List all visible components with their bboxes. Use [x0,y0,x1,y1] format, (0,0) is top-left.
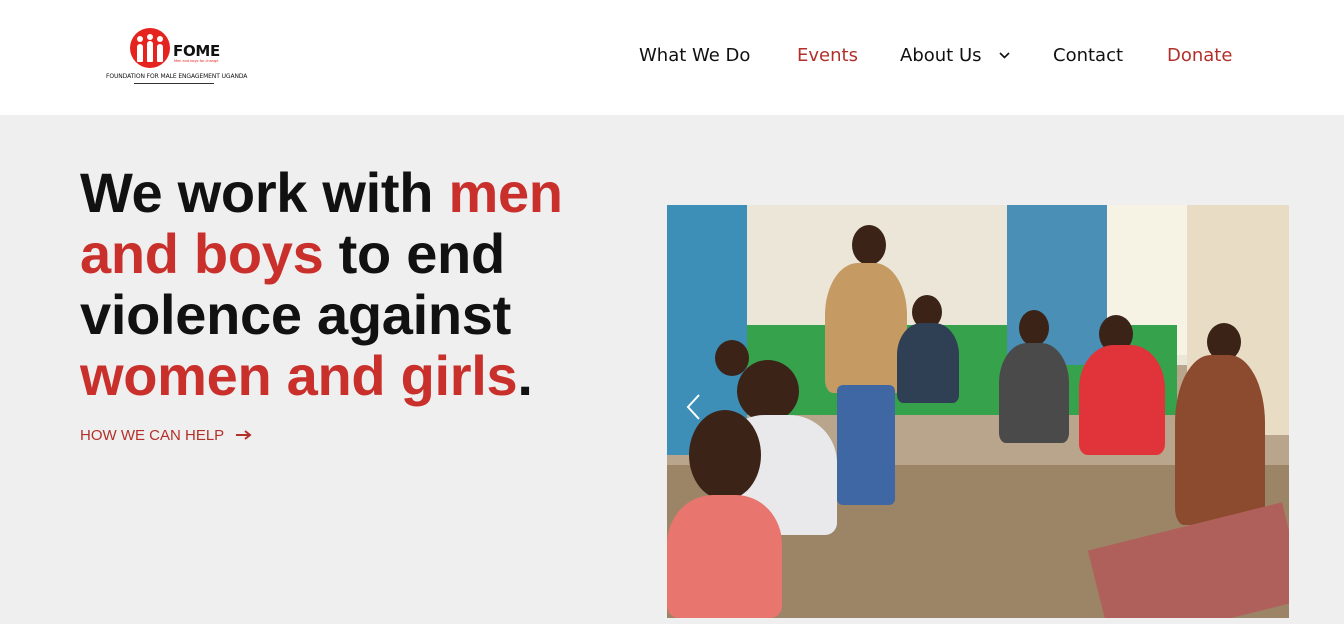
logo-tagline: Men and boys for change [174,59,219,63]
nav-about-us-label: About Us [900,45,982,66]
headline-highlight-women-girls: women and girls [80,344,518,407]
chevron-left-icon [686,394,700,420]
logo-people-icon [130,28,170,68]
nav-about-us[interactable]: About Us [900,45,1010,66]
hero-photo-slider [667,205,1289,618]
logo-full-name: FOUNDATION FOR MALE ENGAGEMENT UGANDA [106,73,248,80]
headline-period: . [517,344,533,407]
cta-label: HOW WE CAN HELP [80,427,224,444]
hero-headline: We work with men and boys to end violenc… [80,162,640,406]
nav-what-we-do[interactable]: What We Do [639,45,750,66]
arrow-right-icon [236,427,252,444]
site-logo[interactable]: FOME Men and boys for change FOUNDATION … [104,28,249,86]
site-header: FOME Men and boys for change FOUNDATION … [0,0,1344,115]
logo-underline [134,83,214,84]
nav-contact[interactable]: Contact [1053,45,1123,66]
chevron-down-icon [999,52,1010,59]
nav-donate[interactable]: Donate [1167,45,1232,66]
nav-events[interactable]: Events [797,45,858,66]
logo-name: FOME [173,42,220,60]
slider-prev-arrow[interactable] [685,393,701,429]
how-we-can-help-link[interactable]: HOW WE CAN HELP [80,427,252,444]
headline-part-1: We work with [80,161,449,224]
